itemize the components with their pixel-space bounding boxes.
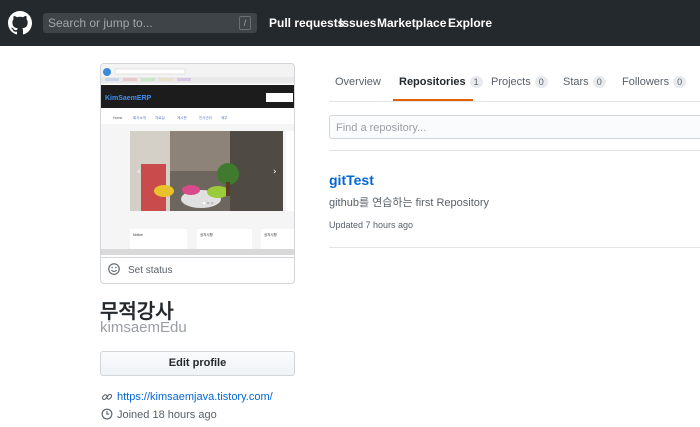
smiley-icon: [108, 263, 120, 275]
avatar-menu-item: 게시판: [177, 115, 187, 120]
profile-joined: Joined 18 hours ago: [117, 409, 217, 421]
tab-label: Repositories: [399, 76, 466, 88]
avatar-menu-item: Home: [113, 116, 122, 120]
tab-counter: 0: [592, 76, 606, 88]
search-placeholder: Search or jump to...: [48, 16, 153, 30]
svg-text:›: ›: [273, 167, 277, 177]
search-input[interactable]: Search or jump to... /: [43, 13, 257, 33]
avatar-card-title: Notice: [133, 233, 143, 237]
tab-stars[interactable]: Stars 0: [563, 76, 606, 88]
repository-filter-placeholder: Find a repository...: [336, 122, 427, 134]
search-shortcut-hint: /: [239, 16, 251, 30]
set-status-label: Set status: [128, 265, 173, 276]
tab-selected-indicator: [393, 99, 473, 101]
repo-updated: Updated 7 hours ago: [329, 220, 414, 230]
edit-profile-button[interactable]: Edit profile: [100, 351, 295, 376]
repository-filter-input[interactable]: Find a repository...: [329, 115, 700, 139]
clock-icon: [101, 408, 113, 420]
nav-issues[interactable]: Issues: [339, 16, 376, 30]
nav-marketplace[interactable]: Marketplace: [377, 16, 446, 30]
avatar-card-title: 공지사항: [200, 232, 214, 237]
avatar-menu-item: 재무: [221, 115, 228, 120]
tab-label: Overview: [335, 76, 381, 88]
tab-label: Followers: [622, 76, 670, 88]
profile-blog-link[interactable]: https://kimsaemjava.tistory.com/: [117, 391, 273, 403]
tab-repositories[interactable]: Repositories 1: [399, 76, 483, 88]
nav-pull-requests[interactable]: Pull requests: [269, 16, 344, 30]
tab-counter: 1: [469, 76, 483, 88]
avatar-menu-item: 회사소개: [133, 115, 146, 120]
tab-projects[interactable]: Projects 0: [491, 76, 548, 88]
github-logo-icon[interactable]: [8, 11, 32, 35]
tab-label: Stars: [563, 76, 589, 88]
avatar-brand: KimSaemERP: [105, 95, 152, 102]
divider: [329, 150, 700, 151]
tab-counter: 0: [673, 76, 687, 88]
site-header: Search or jump to... / Pull requests Iss…: [0, 0, 700, 46]
tabs-divider: [329, 101, 700, 102]
repo-description: github를 연습하는 first Repository: [329, 197, 490, 209]
nav-explore[interactable]: Explore: [448, 16, 492, 30]
avatar[interactable]: KimSaemERP Home 회사소개 자료실 게시판 인사관리 재무 ‹ ›: [100, 63, 295, 258]
tab-overview[interactable]: Overview: [335, 76, 381, 88]
profile-username: kimsaemEdu: [100, 319, 187, 336]
avatar-card-title: 공지사항: [264, 232, 278, 237]
avatar-image: KimSaemERP Home 회사소개 자료실 게시판 인사관리 재무 ‹ ›: [101, 64, 294, 255]
tab-counter: 0: [534, 76, 548, 88]
link-icon: [101, 393, 113, 401]
repo-name-link[interactable]: gitTest: [329, 172, 374, 188]
avatar-menu-item: 자료실: [155, 115, 165, 120]
divider: [329, 247, 700, 248]
tab-followers[interactable]: Followers 0: [622, 76, 687, 88]
avatar-menu-item: 인사관리: [199, 115, 212, 120]
set-status-button[interactable]: Set status: [100, 258, 295, 284]
svg-text:‹: ‹: [137, 167, 141, 177]
tab-label: Projects: [491, 76, 531, 88]
